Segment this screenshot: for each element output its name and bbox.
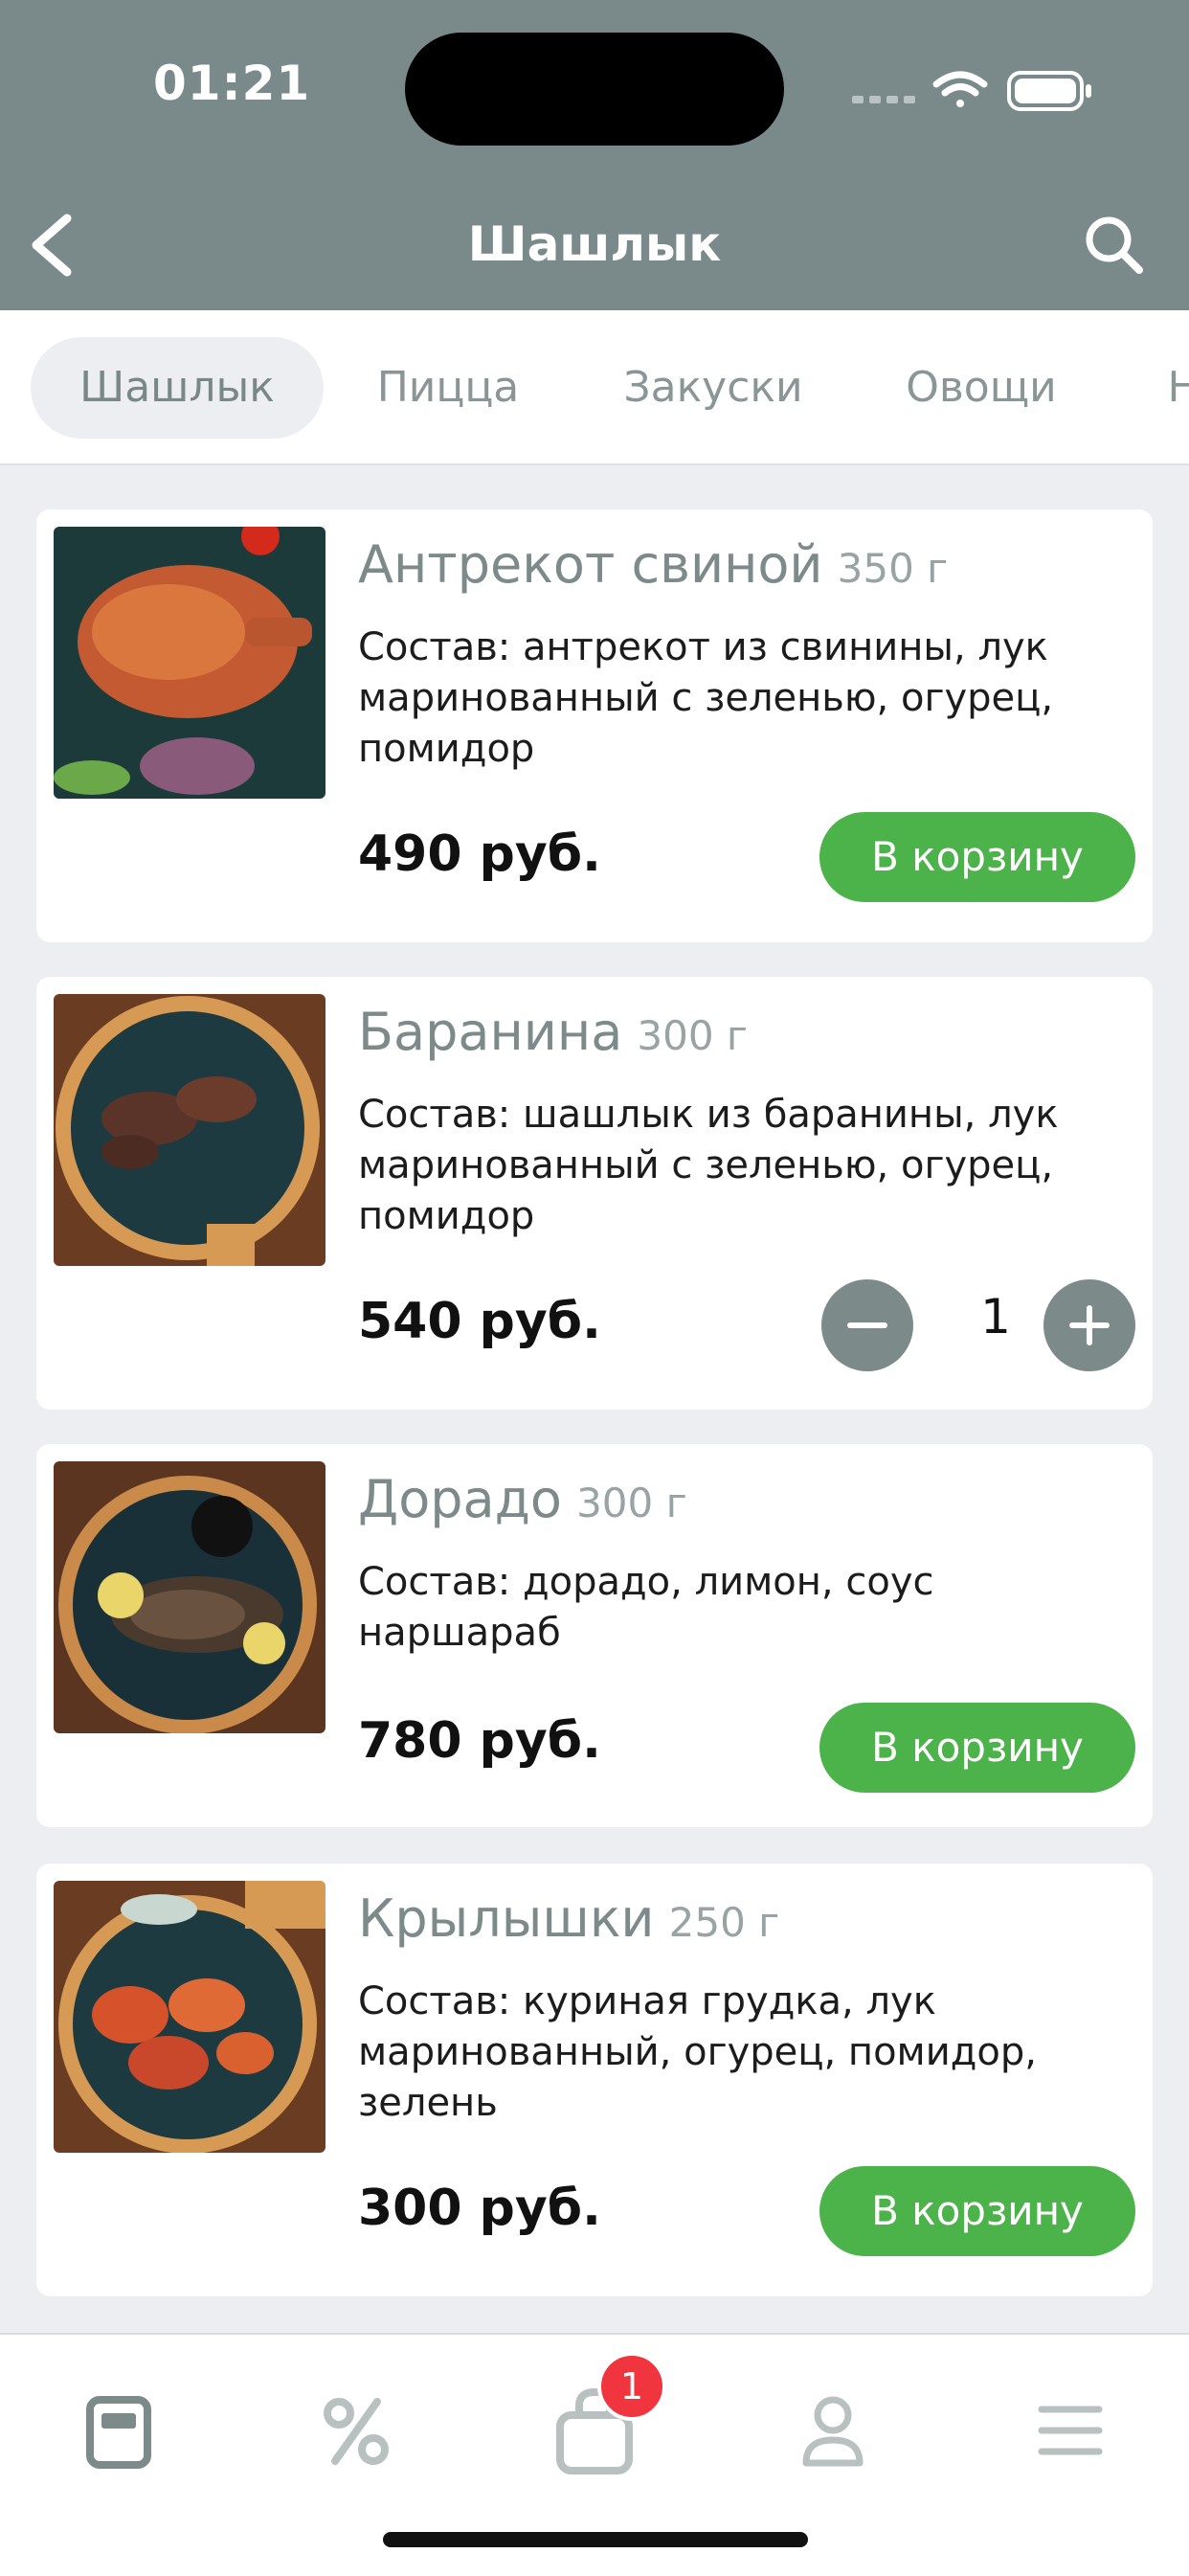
- tab-promotions[interactable]: [308, 2383, 404, 2478]
- product-image: [54, 527, 325, 799]
- add-to-cart-button[interactable]: В корзину: [819, 812, 1135, 902]
- product-weight: 300 г: [576, 1480, 687, 1526]
- product-card[interactable]: Крылышки 250 г Состав: куриная грудка, л…: [36, 1864, 1153, 2296]
- tab-pizza[interactable]: Пицца: [362, 337, 534, 439]
- product-description: Состав: куриная грудка, лук маринованный…: [358, 1979, 1037, 2125]
- page-title: Шашлык: [467, 216, 722, 272]
- tab-shashlik[interactable]: Шашлык: [31, 337, 324, 439]
- product-weight: 350 г: [837, 545, 949, 592]
- hamburger-menu-icon: [1038, 2406, 1103, 2455]
- plus-icon: [1069, 1305, 1110, 1345]
- product-description: Состав: дорадо, лимон, соус наршараб: [358, 1560, 934, 1655]
- signal-icon: [852, 96, 915, 103]
- search-button[interactable]: [1080, 211, 1147, 278]
- tab-snacks[interactable]: Закуски: [603, 337, 823, 439]
- product-image: [54, 994, 325, 1266]
- product-card[interactable]: Баранина 300 г Состав: шашлык из баранин…: [36, 977, 1153, 1410]
- menu-book-icon: [86, 2396, 151, 2469]
- product-image: [54, 1881, 325, 2153]
- product-image: [54, 1461, 325, 1733]
- cart-badge: 1: [597, 2352, 666, 2421]
- profile-icon: [802, 2396, 864, 2467]
- product-price: 300 руб.: [358, 2180, 601, 2237]
- tab-vegetables[interactable]: Овощи: [890, 337, 1072, 439]
- product-name[interactable]: Дорадо: [358, 1469, 562, 1529]
- home-indicator: [383, 2532, 808, 2547]
- tab-menu[interactable]: [71, 2383, 167, 2478]
- product-card[interactable]: Дорадо 300 г Состав: дорадо, лимон, соус…: [36, 1444, 1153, 1827]
- quantity-value: 1: [980, 1289, 1011, 1344]
- tab-next-category[interactable]: Н: [1155, 337, 1189, 439]
- product-price: 490 руб.: [358, 825, 601, 883]
- product-description: Состав: шашлык из баранины, лук маринова…: [358, 1093, 1059, 1238]
- status-time: 01:21: [153, 56, 311, 111]
- wifi-icon: [932, 71, 988, 107]
- status-icons: [852, 71, 1091, 111]
- product-name[interactable]: Антрекот свиной: [358, 534, 823, 595]
- product-name[interactable]: Баранина: [358, 1002, 622, 1062]
- minus-icon: [847, 1322, 887, 1328]
- product-price: 540 руб.: [358, 1293, 601, 1350]
- increase-quantity-button[interactable]: [1043, 1279, 1135, 1371]
- tab-profile[interactable]: [785, 2383, 881, 2478]
- top-header: 01:21 Шашлык: [0, 0, 1189, 310]
- product-price: 780 руб.: [358, 1712, 601, 1770]
- product-card[interactable]: Антрекот свиной 350 г Состав: антрекот и…: [36, 509, 1153, 942]
- search-icon: [1086, 216, 1143, 274]
- add-to-cart-button[interactable]: В корзину: [819, 1703, 1135, 1793]
- product-weight: 300 г: [637, 1012, 748, 1059]
- add-to-cart-button[interactable]: В корзину: [819, 2166, 1135, 2256]
- battery-icon: [1007, 71, 1091, 111]
- product-weight: 250 г: [668, 1899, 780, 1946]
- tab-more[interactable]: [1022, 2383, 1118, 2478]
- category-tabs: Шашлык Пицца Закуски Овощи Н: [0, 310, 1189, 465]
- product-description: Состав: антрекот из свинины, лук маринов…: [358, 625, 1054, 771]
- percent-icon: [324, 2398, 389, 2465]
- product-name[interactable]: Крылышки: [358, 1888, 655, 1949]
- decrease-quantity-button[interactable]: [821, 1279, 913, 1371]
- dynamic-island: [405, 33, 784, 146]
